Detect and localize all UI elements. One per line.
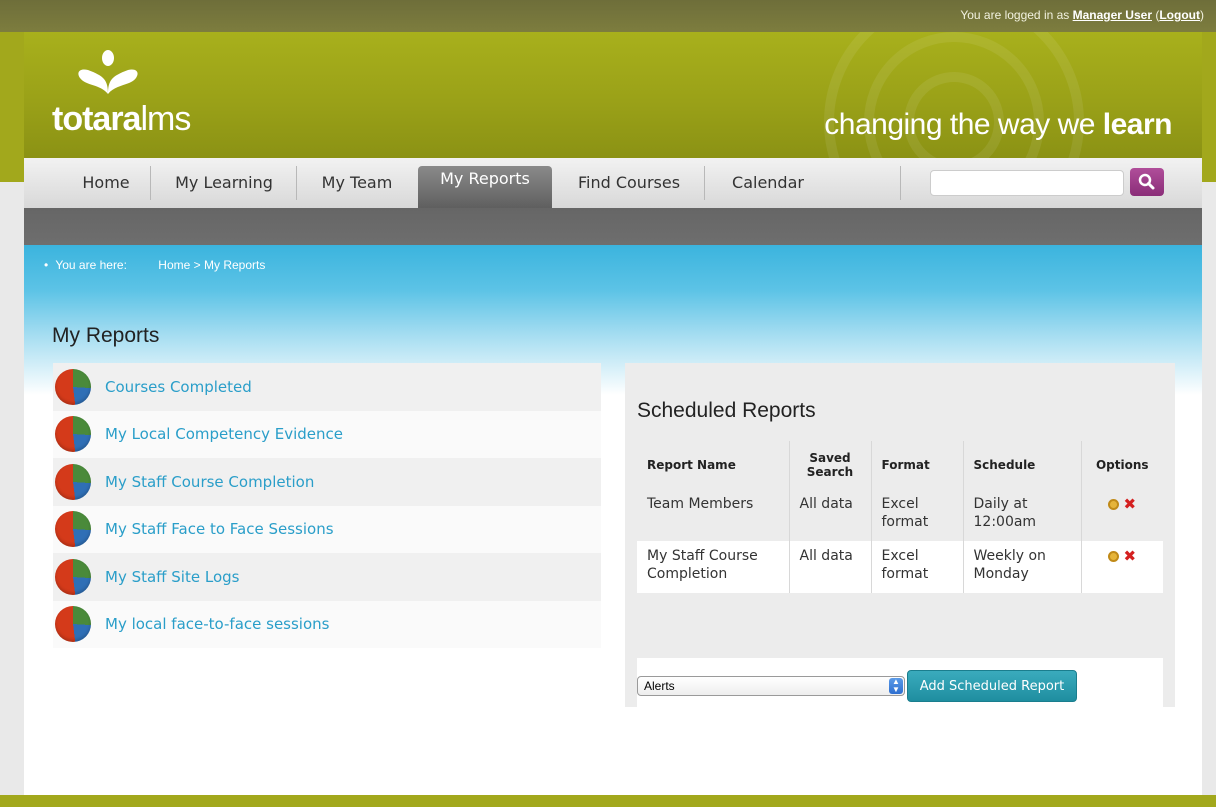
delete-icon[interactable]: ✖ [1123,495,1136,513]
search-button[interactable] [1130,168,1164,196]
cell-format: Excel format [871,489,964,541]
column-header: Options [1095,458,1149,472]
cell-saved-search: All data [789,489,872,541]
pie-chart-icon [55,511,91,548]
list-item: My Staff Site Logs [53,553,601,601]
nav-my-learning[interactable]: My Learning [152,158,296,208]
login-info: You are logged in as Manager User (Logou… [960,8,1204,22]
cell-report-name: Team Members [637,489,790,541]
settings-icon[interactable] [1108,550,1120,562]
cell-options: ✖ [1081,541,1163,593]
cell-schedule: Weekly on Monday [963,541,1082,593]
scheduled-reports-table: Report Name Saved Search Format Schedule… [637,441,1163,593]
scheduled-reports-panel: Scheduled Reports Report Name Saved Sear… [625,363,1175,714]
list-item: Courses Completed [53,363,601,411]
report-link[interactable]: My Staff Face to Face Sessions [105,520,334,538]
tagline: changing the way we learn [824,108,1172,141]
scheduled-reports-title: Scheduled Reports [637,399,816,422]
breadcrumb: • You are here: Home > My Reports [44,258,265,272]
list-item: My local face-to-face sessions [53,600,601,648]
pie-chart-icon [55,558,91,595]
nav-separator [900,166,901,200]
report-select-value: Alerts [644,679,675,693]
page-title: My Reports [52,324,160,347]
report-link[interactable]: Courses Completed [105,378,252,396]
totara-logo[interactable]: totaralms [52,50,222,140]
login-prefix: You are logged in as [960,8,1073,22]
search-input[interactable] [930,170,1124,196]
right-border [1202,32,1216,182]
table-row: Team Members All data Excel format Daily… [637,489,1163,541]
cell-format: Excel format [871,541,964,593]
column-header: Format [871,441,964,489]
page-frame: totaralms changing the way we learn Home… [24,32,1202,807]
list-item: My Staff Face to Face Sessions [53,505,601,553]
report-link[interactable]: My Staff Site Logs [105,568,239,586]
table-row: My Staff Course Completion All data Exce… [637,541,1163,593]
breadcrumb-separator: > [193,258,201,272]
top-bar: You are logged in as Manager User (Logou… [0,0,1216,32]
breadcrumb-current[interactable]: My Reports [204,258,265,272]
list-item: My Local Competency Evidence [53,410,601,458]
column-header: Report Name [637,441,790,489]
pie-chart-icon [55,463,91,500]
breadcrumb-home[interactable]: Home [158,258,190,272]
pie-chart-icon [55,606,91,643]
nav-find-courses[interactable]: Find Courses [554,158,704,208]
cell-options: ✖ [1081,489,1163,541]
cell-report-name: My Staff Course Completion [637,541,790,593]
nav-my-team[interactable]: My Team [298,158,416,208]
footer-bar [0,795,1216,807]
sprout-icon [78,50,138,94]
nav-separator [296,166,297,200]
list-item: My Staff Course Completion [53,458,601,506]
report-link[interactable]: My Local Competency Evidence [105,425,343,443]
column-header: Saved Search [789,441,872,489]
report-link[interactable]: My local face-to-face sessions [105,615,329,633]
search-icon [1138,173,1155,190]
settings-icon[interactable] [1108,498,1120,510]
column-header: Schedule [963,441,1082,489]
report-select[interactable]: Alerts ▲ ▼ [637,676,905,696]
breadcrumb-label: You are here: [55,258,127,272]
nav-my-reports[interactable]: My Reports [418,166,552,208]
bullet-icon: • [44,258,49,272]
nav-home[interactable]: Home [64,158,148,208]
pie-chart-icon [55,416,91,453]
cell-schedule: Daily at 12:00am [963,489,1082,541]
nav-separator [150,166,151,200]
add-scheduled-report-button[interactable]: Add Scheduled Report [907,670,1077,702]
delete-icon[interactable]: ✖ [1123,547,1136,565]
select-arrow-icon: ▲ ▼ [889,678,903,694]
report-link[interactable]: My Staff Course Completion [105,473,314,491]
add-scheduled-form: Alerts ▲ ▼ Add Scheduled Report [637,658,1163,714]
left-border [0,32,24,182]
header-banner: totaralms changing the way we learn [24,32,1202,158]
report-list: Courses Completed My Local Competency Ev… [53,363,601,648]
cell-saved-search: All data [789,541,872,593]
user-link[interactable]: Manager User [1073,8,1152,22]
nav-calendar[interactable]: Calendar [706,158,830,208]
logo-text: totaralms [52,100,191,138]
pie-chart-icon [55,368,91,405]
sub-nav-bar [24,208,1202,245]
logout-link[interactable]: Logout [1159,8,1200,22]
nav-separator [704,166,705,200]
